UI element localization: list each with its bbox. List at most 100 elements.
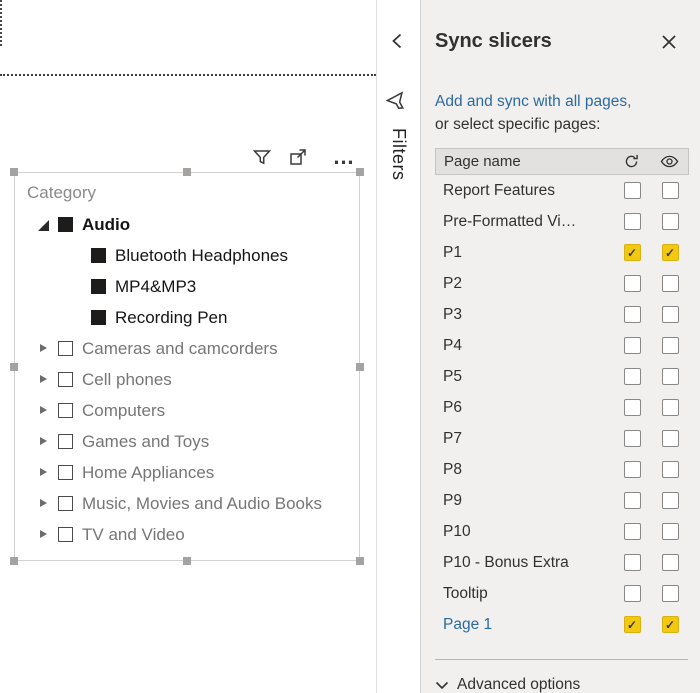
- sync-checkbox[interactable]: [624, 275, 641, 292]
- expand-icon[interactable]: [37, 404, 50, 417]
- visual-filter-icon[interactable]: [249, 144, 275, 170]
- slicer-item-checkbox[interactable]: [58, 527, 73, 542]
- visible-checkbox[interactable]: ✓: [662, 616, 679, 633]
- slicer-item[interactable]: TV and Video: [27, 519, 347, 550]
- page-name: P10 - Bonus Extra: [435, 554, 613, 572]
- slicer-item[interactable]: Bluetooth Headphones: [27, 240, 347, 271]
- expand-icon[interactable]: [37, 373, 50, 386]
- expand-icon[interactable]: [37, 497, 50, 510]
- expand-icon[interactable]: [37, 528, 50, 541]
- sync-all-pages-link[interactable]: Add and sync with all pages,: [435, 93, 631, 111]
- slicer-item-checkbox[interactable]: [58, 341, 73, 356]
- expand-icon[interactable]: [37, 435, 50, 448]
- advanced-options-section[interactable]: Advanced options: [435, 676, 580, 693]
- sync-checkbox[interactable]: ✓: [624, 244, 641, 261]
- sync-checkbox[interactable]: [624, 523, 641, 540]
- resize-handle[interactable]: [183, 168, 191, 176]
- page-name: P5: [435, 368, 613, 386]
- slicer-item[interactable]: Computers: [27, 395, 347, 426]
- sync-checkbox[interactable]: [624, 337, 641, 354]
- slicer-item-checkbox[interactable]: [91, 279, 106, 294]
- slicer-item[interactable]: Home Appliances: [27, 457, 347, 488]
- pages-table-body: Report FeaturesPre-Formatted Vi…P1✓✓P2P3…: [435, 175, 689, 640]
- page-name: P7: [435, 430, 613, 448]
- page-row: P6: [435, 392, 689, 423]
- slicer-item-label: TV and Video: [82, 525, 185, 545]
- slicer-item-checkbox[interactable]: [58, 372, 73, 387]
- page-row: P10: [435, 516, 689, 547]
- collapse-pane-icon[interactable]: [388, 31, 408, 51]
- visible-checkbox[interactable]: [662, 275, 679, 292]
- slicer-item-checkbox[interactable]: [58, 403, 73, 418]
- sync-checkbox[interactable]: [624, 461, 641, 478]
- slicer-item-checkbox[interactable]: [58, 434, 73, 449]
- resize-handle[interactable]: [10, 363, 18, 371]
- visible-checkbox[interactable]: [662, 306, 679, 323]
- page-name: Page 1: [435, 616, 613, 634]
- filters-pane-collapsed[interactable]: Filters: [376, 0, 420, 693]
- slicer-item-checkbox[interactable]: [58, 465, 73, 480]
- visible-checkbox[interactable]: [662, 554, 679, 571]
- slicer-item[interactable]: Audio: [27, 209, 347, 240]
- visible-checkbox[interactable]: [662, 585, 679, 602]
- page-name: P3: [435, 306, 613, 324]
- slicer-item[interactable]: Cell phones: [27, 364, 347, 395]
- slicer-item-checkbox[interactable]: [58, 496, 73, 511]
- slicer-item[interactable]: MP4&MP3: [27, 271, 347, 302]
- page-row: Page 1 ✓ ✓: [435, 609, 689, 640]
- resize-handle[interactable]: [356, 557, 364, 565]
- expand-icon[interactable]: [37, 342, 50, 355]
- page-name: Pre-Formatted Vi…: [435, 213, 613, 231]
- sync-checkbox[interactable]: [624, 213, 641, 230]
- sync-checkbox[interactable]: [624, 399, 641, 416]
- focus-mode-icon[interactable]: [285, 144, 311, 170]
- visible-checkbox[interactable]: [662, 337, 679, 354]
- slicer-item[interactable]: Music, Movies and Audio Books: [27, 488, 347, 519]
- visible-checkbox[interactable]: ✓: [662, 244, 679, 261]
- sync-checkbox[interactable]: [624, 492, 641, 509]
- slicer-item[interactable]: Games and Toys: [27, 426, 347, 457]
- resize-handle[interactable]: [356, 168, 364, 176]
- sync-checkbox[interactable]: [624, 306, 641, 323]
- resize-handle[interactable]: [10, 557, 18, 565]
- slicer-item[interactable]: Recording Pen: [27, 302, 347, 333]
- slicer-item-label: Audio: [82, 215, 130, 235]
- resize-handle[interactable]: [356, 363, 364, 371]
- collapse-icon[interactable]: [37, 218, 50, 231]
- slicer-item-checkbox[interactable]: [91, 310, 106, 325]
- sync-checkbox[interactable]: [624, 182, 641, 199]
- sync-checkbox[interactable]: [624, 585, 641, 602]
- sync-checkbox[interactable]: [624, 554, 641, 571]
- more-options-icon[interactable]: …: [331, 144, 357, 170]
- category-slicer[interactable]: Category Audio Bluetooth Headphones MP4&MP…: [14, 172, 360, 561]
- resize-handle[interactable]: [10, 168, 18, 176]
- slicer-title: Category: [27, 183, 347, 203]
- slicer-item-checkbox[interactable]: [91, 248, 106, 263]
- resize-handle[interactable]: [183, 557, 191, 565]
- close-icon[interactable]: [660, 33, 678, 51]
- visible-checkbox[interactable]: [662, 523, 679, 540]
- slicer-item-label: Cell phones: [82, 370, 172, 390]
- expand-icon[interactable]: [37, 466, 50, 479]
- visible-checkbox[interactable]: [662, 368, 679, 385]
- page-name: P2: [435, 275, 613, 293]
- advanced-options-label: Advanced options: [457, 676, 580, 693]
- sync-checkbox[interactable]: [624, 430, 641, 447]
- slicer-item-checkbox[interactable]: [58, 217, 73, 232]
- visible-checkbox[interactable]: [662, 399, 679, 416]
- page-name: Report Features: [435, 182, 613, 200]
- filters-pane-label: Filters: [388, 128, 409, 181]
- sync-checkbox[interactable]: ✓: [624, 616, 641, 633]
- page-row: P8: [435, 454, 689, 485]
- page-row: P7: [435, 423, 689, 454]
- visible-checkbox[interactable]: [662, 430, 679, 447]
- page-row: Report Features: [435, 175, 689, 206]
- visible-checkbox[interactable]: [662, 213, 679, 230]
- sync-checkbox[interactable]: [624, 368, 641, 385]
- visible-checkbox[interactable]: [662, 182, 679, 199]
- visible-checkbox[interactable]: [662, 461, 679, 478]
- visible-checkbox[interactable]: [662, 492, 679, 509]
- slicer-item-label: MP4&MP3: [115, 277, 196, 297]
- filter-funnel-icon[interactable]: [383, 88, 413, 118]
- slicer-item[interactable]: Cameras and camcorders: [27, 333, 347, 364]
